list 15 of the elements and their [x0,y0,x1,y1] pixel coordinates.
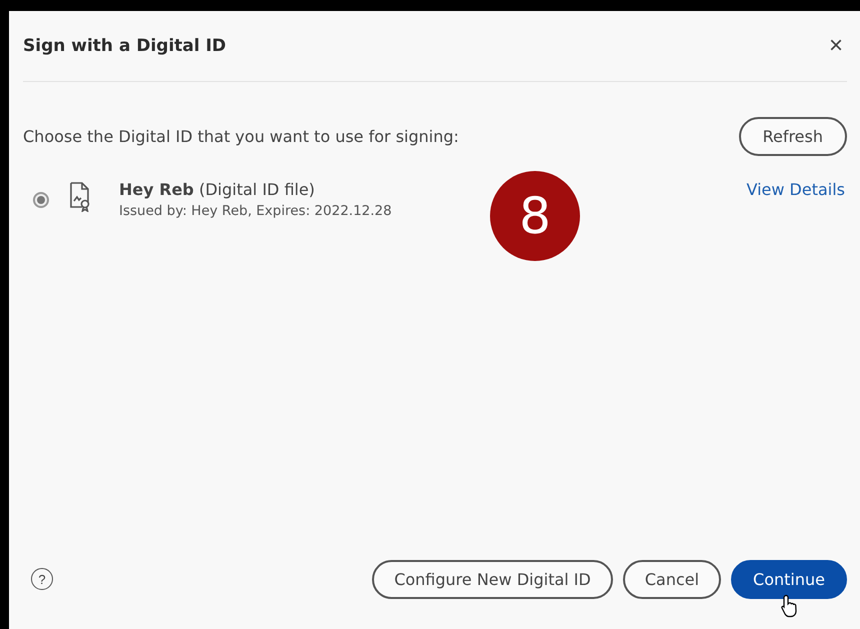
digital-id-name: Hey Reb (Digital ID file) [119,180,316,199]
radio-button[interactable] [33,192,49,208]
refresh-button[interactable]: Refresh [738,117,847,156]
dialog-button[interactable]: Cancel [622,560,722,598]
step-badge: 8 [490,171,580,261]
issuer-text: Issued by: Hey Reb, Expires: 2022.12.28 [119,203,393,219]
pointer-cursor-icon [781,594,799,618]
certificate-file-icon [69,182,91,212]
continue-button[interactable]: Continue [731,560,847,598]
view-details-link[interactable]: View Details [746,180,845,199]
dialog-button[interactable]: Configure New Digital ID [372,560,613,598]
close-button[interactable]: × [824,32,847,60]
help-button[interactable]: ? [31,568,53,590]
instruction-text: Choose the Digital ID that you want to use for signing: [23,127,459,146]
dialog-title: Sign with a Digital ID [23,36,226,56]
